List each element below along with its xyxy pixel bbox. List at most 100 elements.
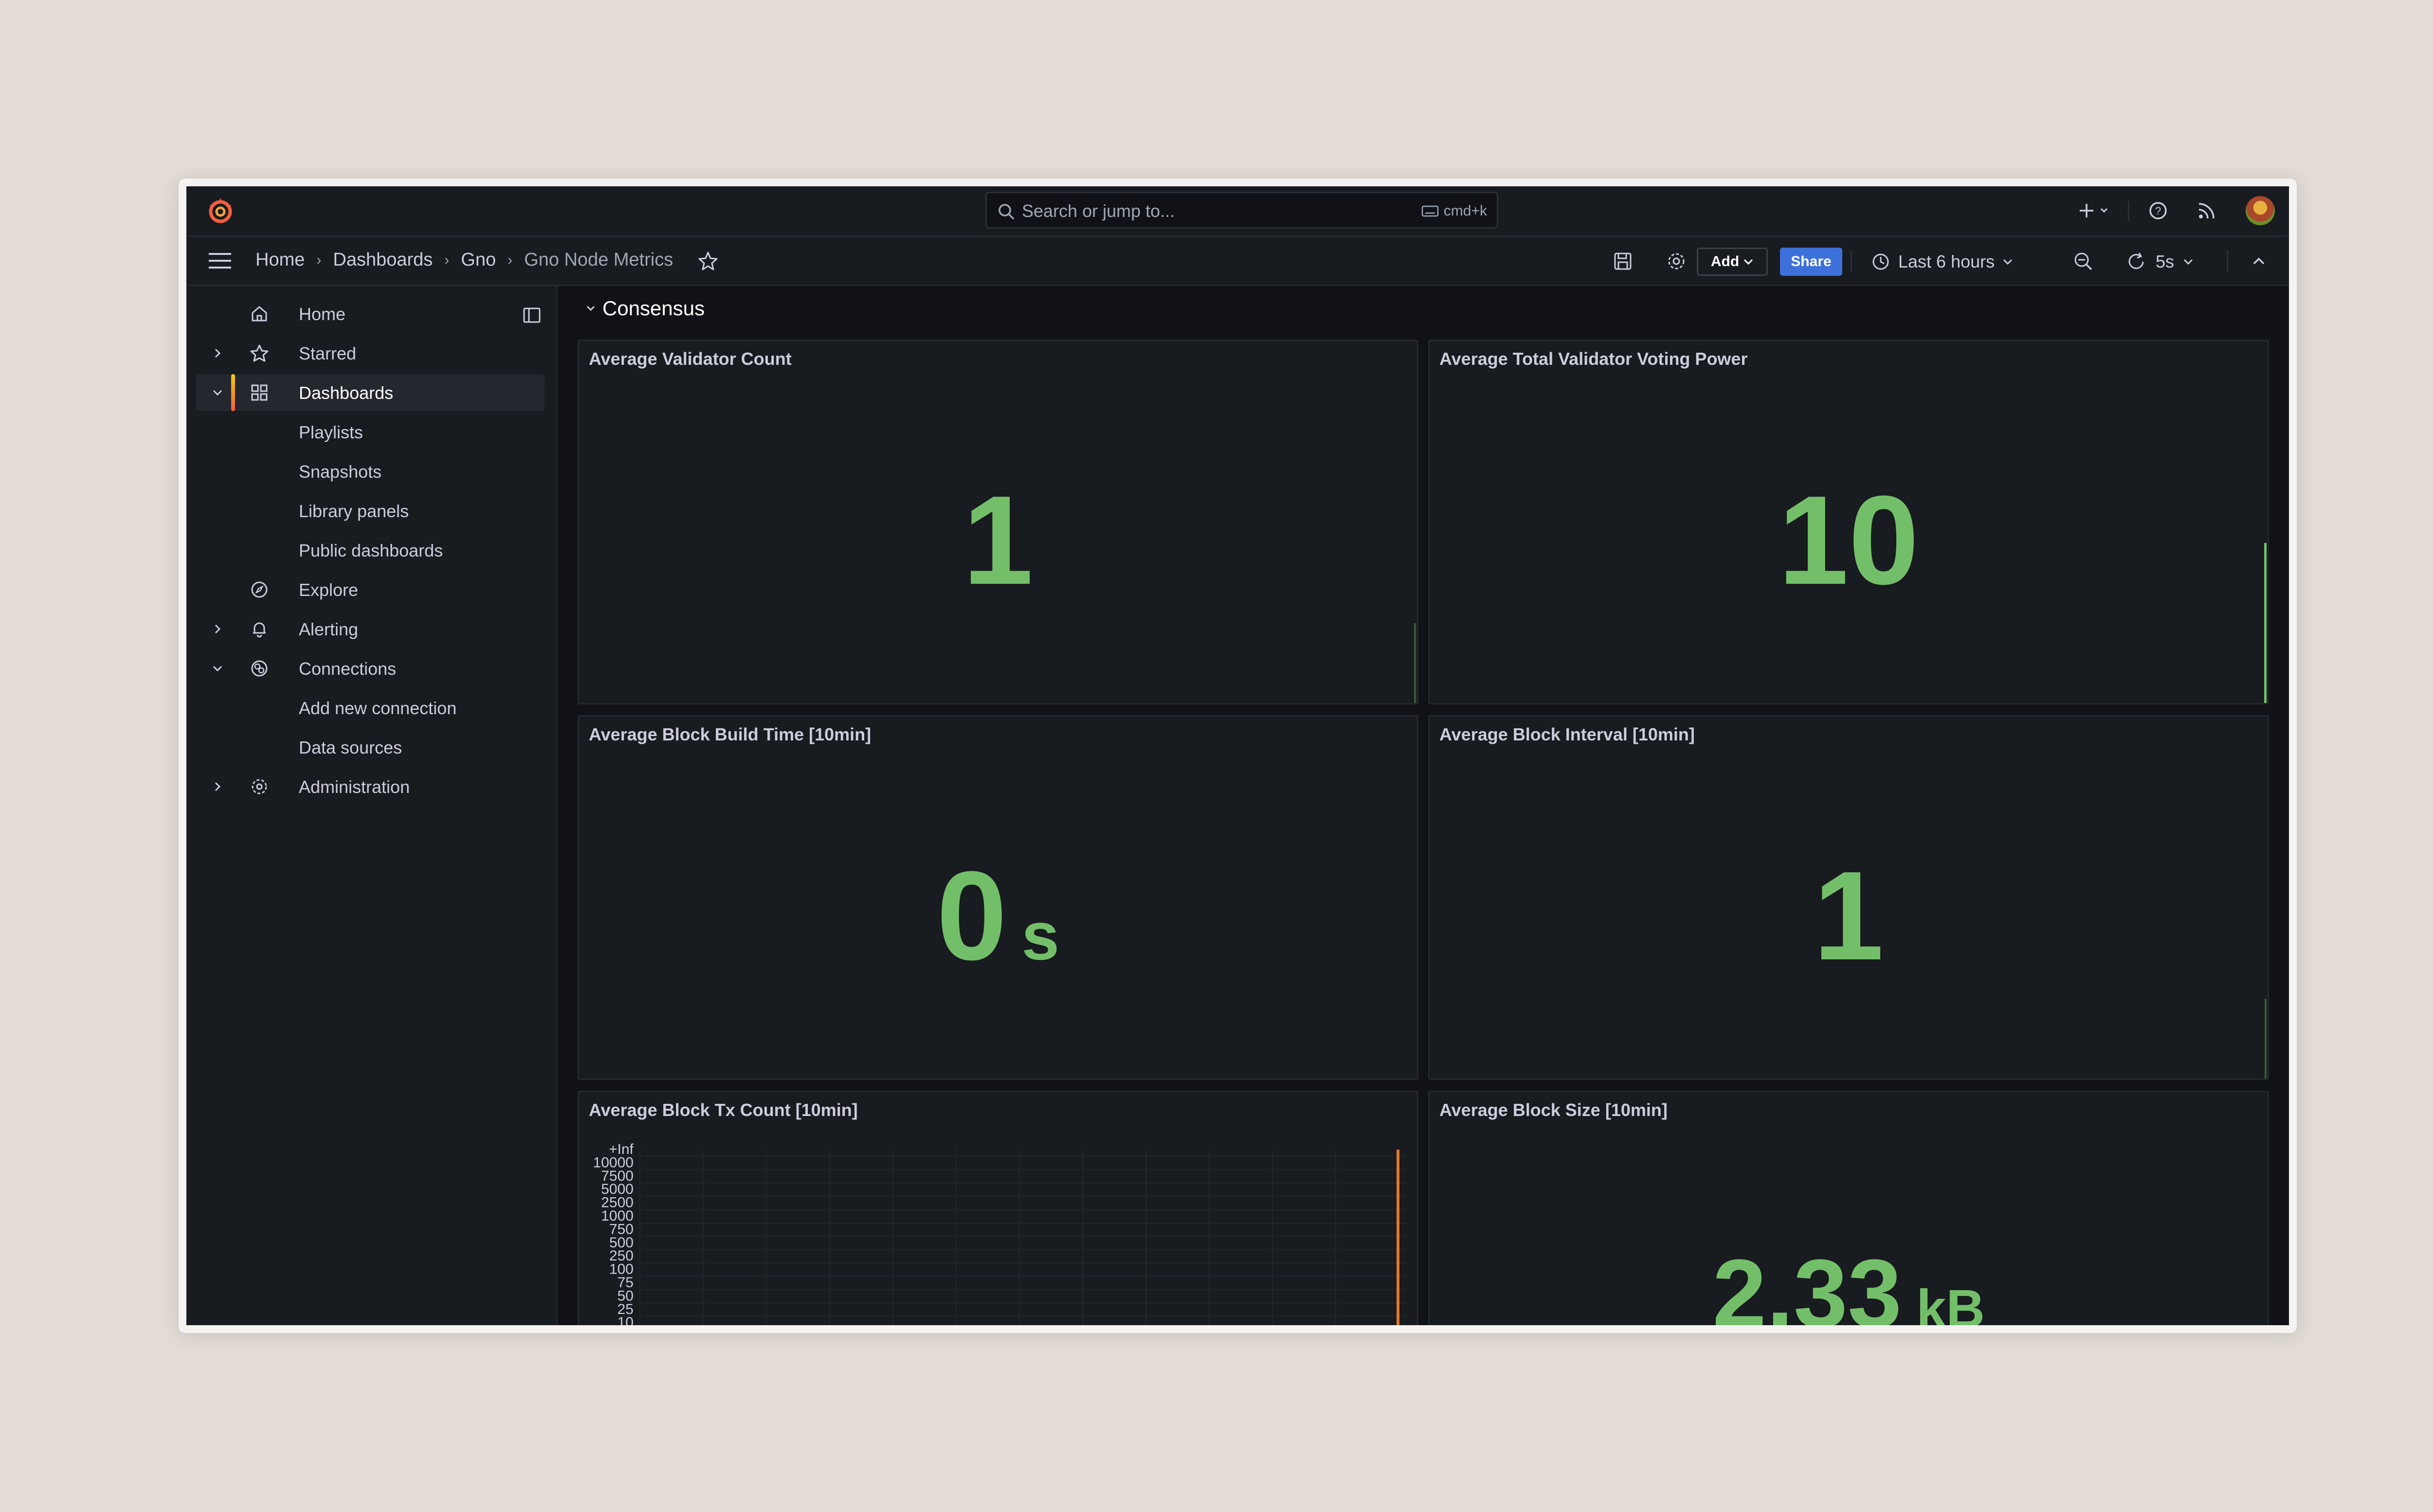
chevron-down-icon	[586, 306, 595, 311]
breadcrumb-current: Gno Node Metrics	[524, 250, 673, 270]
time-range-label: Last 6 hours	[1898, 252, 1995, 271]
sidebar-item-label: Public dashboards	[299, 540, 443, 560]
sidebar-item-alerting[interactable]: Alerting	[196, 611, 545, 648]
add-button-label: Add	[1710, 253, 1740, 270]
share-button[interactable]: Share	[1780, 248, 1842, 276]
panel-total-voting-power[interactable]: Average Total Validator Voting Power 10	[1428, 340, 2269, 704]
avatar[interactable]	[2246, 196, 2275, 225]
panel-title: Average Block Build Time [10min]	[589, 724, 872, 744]
save-icon[interactable]	[1612, 251, 1634, 272]
panel-block-tx-count[interactable]: Average Block Tx Count [10min] +Inf 10000…	[578, 1091, 1418, 1325]
sidebar-item-label: Administration	[299, 777, 410, 797]
sidebar-item-connections[interactable]: Connections	[196, 650, 545, 687]
menu-icon[interactable]	[208, 252, 232, 270]
sidebar-item-label: Connections	[299, 659, 397, 679]
home-icon	[252, 306, 267, 322]
breadcrumb-home[interactable]: Home	[255, 250, 305, 270]
breadcrumb-dashboards[interactable]: Dashboards	[333, 250, 433, 270]
sidebar-item-label: Dashboards	[299, 383, 394, 403]
panel-block-size[interactable]: Average Block Size [10min] 2.33 kB	[1428, 1091, 2269, 1325]
heatmap-bucket	[1397, 1150, 1399, 1325]
sidebar-item-label: Home	[299, 304, 346, 324]
sidebar: Home Starred Dashboards Playlists Snapsh…	[186, 286, 558, 1325]
sidebar-item-library-panels[interactable]: Library panels	[196, 492, 545, 529]
stat-value: 1	[1430, 853, 2268, 979]
bell-icon	[253, 622, 266, 638]
sidebar-item-label: Starred	[299, 343, 357, 363]
breadcrumb: Home › Dashboards › Gno › Gno Node Metri…	[255, 250, 673, 270]
collapse-icon[interactable]	[2248, 251, 2270, 272]
sidebar-item-label: Playlists	[299, 422, 363, 442]
refresh-picker[interactable]: 5s	[2125, 248, 2194, 276]
divider	[1851, 251, 1852, 272]
panel-block-build-time[interactable]: Average Block Build Time [10min] 0s	[578, 715, 1418, 1080]
row-consensus[interactable]: Consensus	[586, 297, 705, 320]
add-button[interactable]: Add	[1697, 248, 1768, 276]
chevron-right-icon[interactable]	[211, 780, 224, 793]
breadcrumb-gno[interactable]: Gno	[461, 250, 496, 270]
clock-icon	[1872, 253, 1889, 270]
sidebar-item-label: Data sources	[299, 738, 402, 757]
sidebar-item-add-new-connection[interactable]: Add new connection	[196, 689, 545, 726]
sidebar-item-playlists[interactable]: Playlists	[196, 414, 545, 450]
sidebar-item-data-sources[interactable]: Data sources	[196, 729, 545, 766]
star-icon	[250, 344, 269, 362]
sidebar-item-label: Add new connection	[299, 698, 457, 718]
search-placeholder: Search or jump to...	[1022, 201, 1175, 221]
sidebar-item-explore[interactable]: Explore	[196, 571, 545, 608]
chevron-right-icon[interactable]	[211, 622, 224, 636]
stat-number: 1	[962, 470, 1034, 611]
shortcut-label: cmd+k	[1443, 203, 1487, 219]
sidebar-item-label: Explore	[299, 580, 359, 600]
search-box[interactable]: Search or jump to... cmd+k	[985, 192, 1498, 229]
chevron-down-icon	[2003, 259, 2013, 265]
sparkline	[2264, 543, 2267, 703]
compass-icon	[251, 581, 268, 598]
svg-text:?: ?	[2155, 205, 2161, 217]
star-icon[interactable]	[697, 251, 719, 272]
stat-number: 2.33	[1712, 1240, 1902, 1326]
panel-title: Average Validator Count	[589, 349, 792, 369]
search-icon	[999, 204, 1014, 219]
stat-number: 10	[1778, 470, 1919, 611]
sidebar-item-administration[interactable]: Administration	[196, 768, 545, 805]
chevron-down-icon	[2183, 259, 2193, 265]
active-indicator	[231, 374, 235, 411]
panel-title: Average Block Interval [10min]	[1439, 724, 1695, 744]
sidebar-item-snapshots[interactable]: Snapshots	[196, 453, 545, 490]
chevron-right-icon[interactable]	[211, 346, 224, 360]
sidebar-item-home[interactable]: Home	[196, 295, 545, 332]
breadcrumb-separator: ›	[508, 252, 513, 268]
grafana-logo[interactable]	[206, 196, 235, 225]
time-picker[interactable]: Last 6 hours	[1871, 248, 2013, 276]
sidebar-item-starred[interactable]: Starred	[196, 335, 545, 372]
divider	[2128, 201, 2129, 221]
stat-unit: kB	[1916, 1279, 1985, 1325]
rss-icon[interactable]	[2196, 200, 2217, 221]
dashboard-main: Consensus Average Validator Count 1 Aver…	[558, 286, 2289, 1325]
help-icon[interactable]: ?	[2147, 200, 2169, 221]
refresh-interval-label: 5s	[2156, 252, 2175, 271]
plus-icon[interactable]	[2078, 200, 2113, 221]
sidebar-item-dashboards[interactable]: Dashboards	[196, 374, 545, 411]
stat-value: 0s	[579, 853, 1417, 999]
sparkline	[2265, 999, 2267, 1079]
breadcrumb-separator: ›	[316, 252, 322, 268]
refresh-icon	[2128, 252, 2144, 269]
chevron-down-icon[interactable]	[211, 662, 224, 675]
sidebar-item-public-dashboards[interactable]: Public dashboards	[196, 532, 545, 569]
stat-number: 0	[936, 846, 1007, 987]
breadcrumb-separator: ›	[444, 252, 450, 268]
chevron-down-icon	[1744, 259, 1753, 265]
panel-block-interval[interactable]: Average Block Interval [10min] 1	[1428, 715, 2269, 1080]
stat-value: 2.33 kB	[1430, 1245, 2268, 1326]
sparkline	[1414, 623, 1416, 703]
gear-icon[interactable]	[1666, 251, 1687, 272]
zoom-out-icon[interactable]	[2072, 251, 2094, 272]
panel-title: Average Total Validator Voting Power	[1439, 349, 1748, 369]
chevron-down-icon[interactable]	[211, 386, 224, 399]
heatmap-chart: +Inf100007500500025001000750500250100755…	[593, 1141, 1406, 1325]
stat-number: 1	[1813, 846, 1884, 987]
panel-validator-count[interactable]: Average Validator Count 1	[578, 340, 1418, 704]
sidebar-item-label: Library panels	[299, 501, 409, 521]
